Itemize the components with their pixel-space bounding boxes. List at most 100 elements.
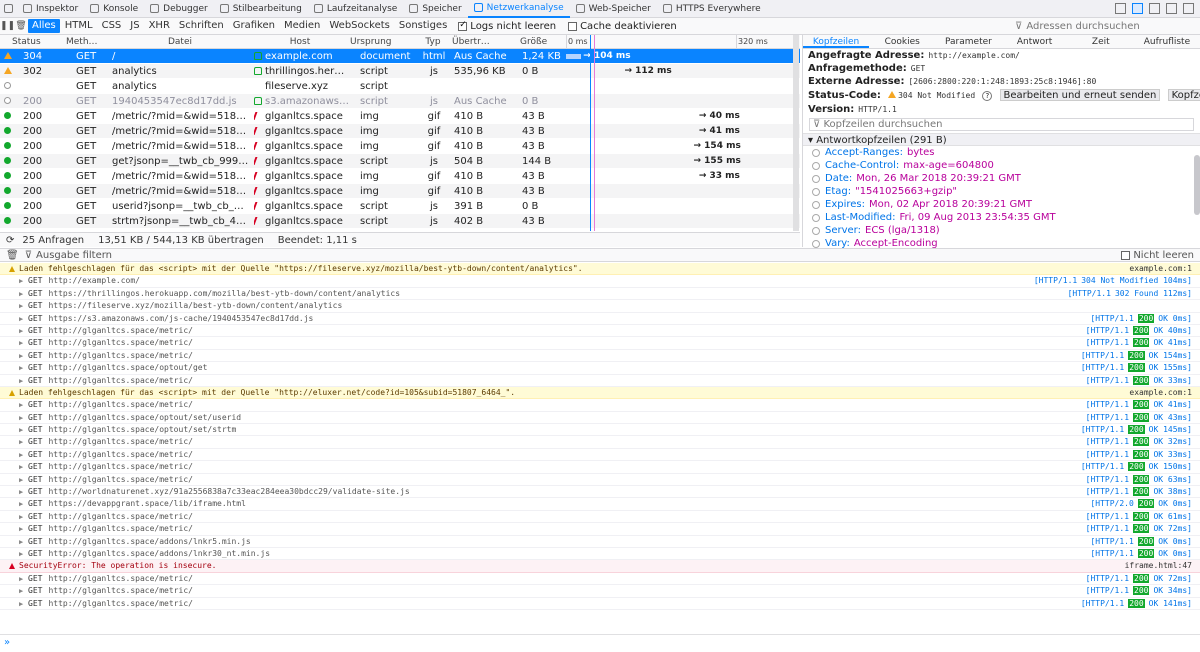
- tool-tab-7[interactable]: Web-Speicher: [570, 0, 657, 18]
- tool-tab-0[interactable]: Inspektor: [17, 0, 84, 18]
- filter-button[interactable]: Grafiken: [229, 19, 279, 33]
- expand-arrow-icon[interactable]: ▶: [19, 337, 23, 349]
- raw-headers-button[interactable]: Kopfzeilen (unformatiert): [1167, 89, 1200, 101]
- response-summary[interactable]: [HTTP/1.1 200 OK 72ms]: [1086, 523, 1192, 535]
- request-row[interactable]: 200 GET/metric/?mid=&wid=51807&sid… glganl…: [0, 109, 800, 124]
- expand-arrow-icon[interactable]: ▶: [19, 585, 23, 597]
- request-row[interactable]: GET analytics fileserve.xyz script: [0, 79, 800, 94]
- trash-icon[interactable]: 🗑: [6, 250, 19, 261]
- source-link[interactable]: example.com:1: [1129, 387, 1192, 399]
- request-row[interactable]: 200 GET 1940453547ec8d17dd.js s3.amazonaws……: [0, 94, 800, 109]
- request-row[interactable]: 304 GET / example.com document html Aus Cache 1…: [0, 49, 800, 64]
- expand-arrow-icon[interactable]: ▶: [19, 313, 23, 325]
- details-tab[interactable]: Cookies: [869, 35, 935, 48]
- response-summary[interactable]: [HTTP/1.1 200 OK 141ms]: [1081, 598, 1192, 610]
- expand-arrow-icon[interactable]: ▶: [19, 598, 23, 610]
- response-summary[interactable]: [HTTP/1.1 200 OK 33ms]: [1086, 449, 1192, 461]
- expand-arrow-icon[interactable]: ▶: [19, 474, 23, 486]
- reload-icon[interactable]: ⟳: [6, 235, 14, 246]
- expand-arrow-icon[interactable]: ▶: [19, 300, 23, 312]
- expand-arrow-icon[interactable]: ▶: [19, 449, 23, 461]
- expand-arrow-icon[interactable]: ▶: [19, 573, 23, 585]
- expand-arrow-icon[interactable]: ▶: [19, 486, 23, 498]
- console-network-row[interactable]: ▶ GET http://glganltcs.space/metric/ [HTTP/…: [0, 523, 1200, 536]
- response-summary[interactable]: [HTTP/1.1 200 OK 155ms]: [1081, 362, 1192, 374]
- response-summary[interactable]: [HTTP/1.1 200 OK 33ms]: [1086, 375, 1192, 387]
- console-network-row[interactable]: ▶ GET http://glganltcs.space/metric/ [HTTP/…: [0, 474, 1200, 487]
- console-network-row[interactable]: ▶ GET http://glganltcs.space/metric/ [HTTP/…: [0, 337, 1200, 350]
- console-network-row[interactable]: ▶ GET https://devappgrant.space/lib/iframe…: [0, 498, 1200, 511]
- response-summary[interactable]: [HTTP/1.1 200 OK 43ms]: [1086, 412, 1192, 424]
- overflow-menu-icon[interactable]: [1166, 3, 1177, 14]
- expand-arrow-icon[interactable]: ▶: [19, 498, 23, 510]
- response-summary[interactable]: [HTTP/1.1 200 OK 34ms]: [1086, 585, 1192, 597]
- response-summary[interactable]: [HTTP/1.1 304 Not Modified 104ms]: [1034, 275, 1192, 287]
- disable-cache-checkbox[interactable]: [568, 21, 578, 31]
- edit-resend-button[interactable]: Bearbeiten und erneut senden: [999, 89, 1161, 101]
- pause-icon[interactable]: ❚❚: [0, 21, 15, 31]
- dock-icon[interactable]: [1132, 3, 1143, 14]
- details-tab[interactable]: Parameter: [935, 35, 1001, 48]
- clear-icon[interactable]: 🗑: [14, 21, 28, 31]
- console-network-row[interactable]: ▶ GET http://glganltcs.space/metric/ [HTTP/…: [0, 449, 1200, 462]
- column-header[interactable]: Typ: [414, 35, 452, 49]
- filter-button[interactable]: Sonstiges: [395, 19, 451, 33]
- filter-button[interactable]: XHR: [145, 19, 174, 33]
- source-link[interactable]: example.com:1: [1129, 263, 1192, 275]
- details-tab[interactable]: Aufrufliste: [1134, 35, 1200, 48]
- console-network-row[interactable]: ▶ GET http://glganltcs.space/metric/ [HTTP/…: [0, 585, 1200, 598]
- filter-button[interactable]: WebSockets: [325, 19, 393, 33]
- expand-arrow-icon[interactable]: ▶: [19, 536, 23, 548]
- request-row[interactable]: 200 GET/metric/?mid=&wid=51807&sid… glganl…: [0, 169, 800, 184]
- response-summary[interactable]: [HTTP/1.1 200 OK 145ms]: [1081, 424, 1192, 436]
- filter-button[interactable]: JS: [126, 19, 143, 33]
- filter-button[interactable]: HTML: [61, 19, 97, 33]
- request-row[interactable]: 200 GET get?jsonp=__twb_cb_99952204… glganl…: [0, 154, 800, 169]
- expand-arrow-icon[interactable]: ▶: [19, 523, 23, 535]
- console-network-row[interactable]: ▶ GET http://glganltcs.space/addons/lnkr30…: [0, 548, 1200, 561]
- request-row[interactable]: 200 GET/metric/?mid=&wid=51807&sid… glganl…: [0, 139, 800, 154]
- request-list-scrollbar[interactable]: [793, 35, 799, 231]
- console-network-row[interactable]: ▶ GET http://glganltcs.space/metric/ [HTTP/…: [0, 461, 1200, 474]
- persist-logs-checkbox[interactable]: [458, 20, 468, 31]
- header-filter-input[interactable]: ⊽ Kopfzeilen durchsuchen: [809, 118, 1194, 131]
- tool-tab-2[interactable]: Debugger: [144, 0, 214, 18]
- expand-arrow-icon[interactable]: ▶: [19, 399, 23, 411]
- response-summary[interactable]: [HTTP/1.1 200 OK 150ms]: [1081, 461, 1192, 473]
- console-network-row[interactable]: ▶ GET http://glganltcs.space/metric/ [HTTP/…: [0, 598, 1200, 610]
- tool-tab-3[interactable]: Stilbearbeitung: [214, 0, 308, 18]
- filter-button[interactable]: Schriften: [175, 19, 228, 33]
- console-filter-input[interactable]: Ausgabe filtern: [36, 250, 112, 261]
- response-summary[interactable]: [HTTP/1.1 200 OK 40ms]: [1086, 325, 1192, 337]
- column-header[interactable]: Datei: [110, 35, 250, 49]
- split-console-icon[interactable]: [1115, 3, 1126, 14]
- expand-arrow-icon[interactable]: ▶: [19, 461, 23, 473]
- request-row[interactable]: 200 GET userid?jsonp=__twb_cb_49262… glganl…: [0, 199, 1059, 214]
- tool-tab-1[interactable]: Konsole: [84, 0, 144, 18]
- expand-arrow-icon[interactable]: ▶: [19, 548, 23, 560]
- url-filter-input[interactable]: ⊽ Adressen durchsuchen: [1015, 20, 1195, 33]
- filter-button[interactable]: CSS: [98, 19, 126, 33]
- expand-arrow-icon[interactable]: ▶: [19, 275, 23, 287]
- column-header[interactable]: Übertr…: [452, 35, 520, 49]
- console-network-row[interactable]: ▶ GET http://glganltcs.space/metric/ [HTTP/…: [0, 573, 1200, 586]
- details-tab[interactable]: Antwort: [1002, 35, 1068, 48]
- console-network-row[interactable]: ▶ GET https://s3.amazonaws.com/js-cache/19…: [0, 313, 1200, 325]
- response-summary[interactable]: [HTTP/1.1 200 OK 63ms]: [1086, 474, 1192, 486]
- expand-arrow-icon[interactable]: ▶: [19, 436, 23, 448]
- console-network-row[interactable]: ▶ GET https://fileserve.xyz/mozilla/best-y…: [0, 300, 1200, 313]
- column-header[interactable]: Meth…: [66, 35, 106, 49]
- response-summary[interactable]: [HTTP/1.1 200 OK 41ms]: [1086, 399, 1192, 411]
- column-header[interactable]: Ursprung: [350, 35, 410, 49]
- console-network-row[interactable]: ▶ GET http://glganltcs.space/metric/ [HTTP/…: [0, 511, 1200, 524]
- console-network-row[interactable]: ▶ GET http://glganltcs.space/optout/set/us…: [0, 412, 1200, 425]
- response-summary[interactable]: [HTTP/1.1 302 Found 112ms]: [1068, 288, 1192, 300]
- column-header[interactable]: Status: [12, 35, 62, 49]
- expand-arrow-icon[interactable]: ▶: [19, 350, 23, 362]
- expand-arrow-icon[interactable]: ▶: [19, 325, 23, 337]
- tool-tab-4[interactable]: Laufzeitanalyse: [308, 0, 403, 18]
- response-summary[interactable]: [HTTP/1.1 200 OK 0ms]: [1090, 548, 1192, 560]
- tool-tab-8[interactable]: HTTPS Everywhere: [657, 0, 767, 18]
- response-summary[interactable]: [HTTP/1.1 200 OK 38ms]: [1086, 486, 1192, 498]
- response-summary[interactable]: [HTTP/1.1 200 OK 32ms]: [1086, 436, 1192, 448]
